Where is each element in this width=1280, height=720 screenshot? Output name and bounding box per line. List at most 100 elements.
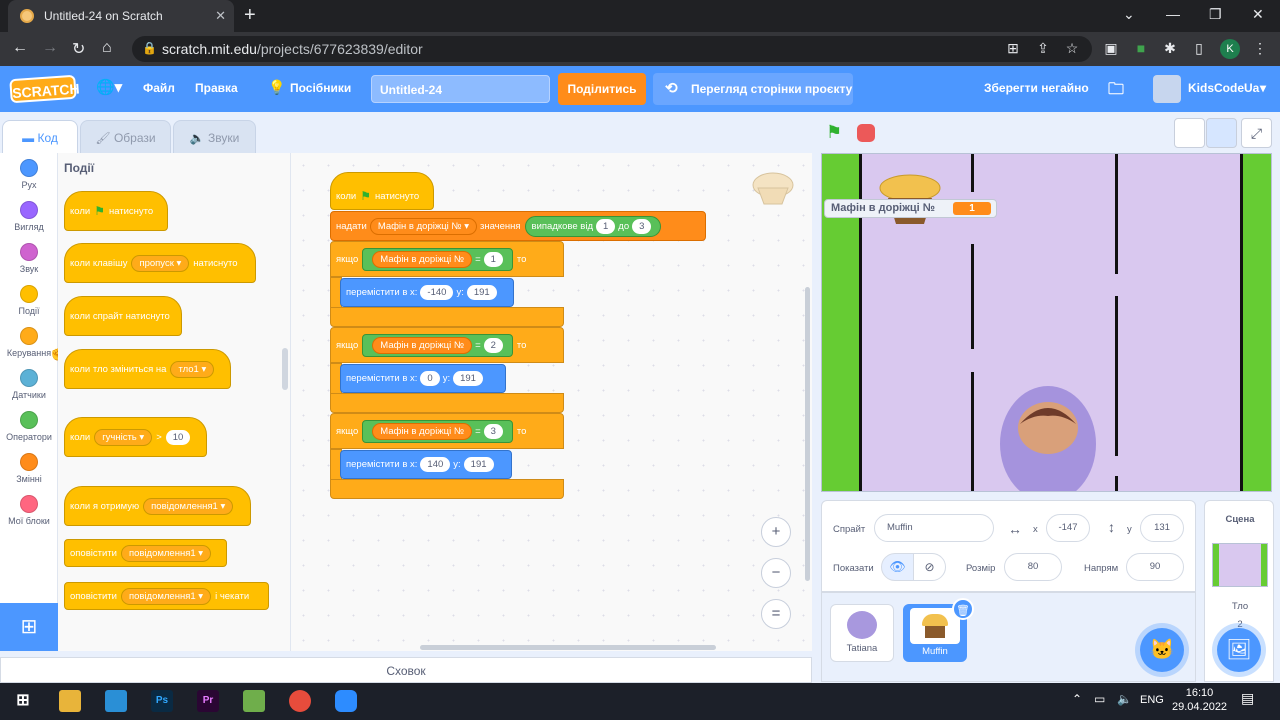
side-panel-icon[interactable]: ▯ xyxy=(1191,40,1207,56)
edit-menu[interactable]: Правка xyxy=(195,81,238,95)
chrome-icon[interactable] xyxy=(289,690,311,712)
reload-icon[interactable]: ↻ xyxy=(72,39,85,59)
when-key-pressed-block[interactable]: коли клавішу пропуск ▾ натиснуто xyxy=(64,243,256,283)
loudness-dropdown[interactable]: гучність ▾ xyxy=(94,428,153,446)
direction-input[interactable]: 90 xyxy=(1126,553,1184,581)
home-icon[interactable]: ⌂ xyxy=(102,39,112,57)
tab-sounds[interactable]: 🔈 Звуки xyxy=(173,120,256,154)
y-input[interactable]: 191 xyxy=(463,457,494,472)
when-i-receive-block[interactable]: коли я отримую повідомлення1 ▾ xyxy=(64,486,251,526)
back-icon[interactable]: ← xyxy=(12,39,28,57)
if-block[interactable]: якщо Мафін в доріжці № = 2 то xyxy=(330,327,564,363)
message-dropdown[interactable]: повідомлення1 ▾ xyxy=(143,497,234,515)
variable-reporter[interactable]: Мафін в доріжці № xyxy=(372,336,473,354)
category-variables[interactable]: Змінні xyxy=(0,453,58,484)
tab-costumes[interactable]: 🖌 Образи xyxy=(80,120,171,154)
y-input[interactable]: 191 xyxy=(453,371,483,386)
close-window-icon[interactable]: ✕ xyxy=(1252,6,1264,23)
category-my-blocks[interactable]: Мої блоки xyxy=(0,495,58,526)
category-motion[interactable]: Рух xyxy=(0,159,58,190)
variable-reporter[interactable]: Мафін в доріжці № xyxy=(372,422,473,440)
language-indicator[interactable]: ENG xyxy=(1140,694,1164,706)
minimize-icon[interactable]: — xyxy=(1166,6,1180,22)
green-flag-run-icon[interactable]: ⚑ xyxy=(826,122,842,143)
equals-operator-block[interactable]: Мафін в доріжці № = 3 xyxy=(362,419,513,443)
zoom-reset-button[interactable]: = xyxy=(761,599,791,629)
random-from-input[interactable]: 1 xyxy=(595,218,616,234)
when-flag-clicked-script-block[interactable]: коли ⚑ натиснуто xyxy=(330,172,434,210)
go-to-xy-block[interactable]: перемістити в x: -140 y: 191 xyxy=(340,278,514,307)
my-stuff-folder-icon[interactable]: 🗀 xyxy=(1108,78,1124,105)
taskbar-clock[interactable]: 16:10 29.04.2022 xyxy=(1172,686,1227,714)
sprite-thumb-tatiana[interactable]: Tatiana xyxy=(830,604,894,662)
tab-search-icon[interactable]: ⌄ xyxy=(1123,6,1135,23)
windows-start-icon[interactable]: ⊞ xyxy=(12,690,34,712)
username-menu[interactable]: KidsCodeUa xyxy=(1188,81,1259,95)
choose-backdrop-icon[interactable]: 🖼 xyxy=(1217,628,1261,672)
chevron-down-icon[interactable]: ▾ xyxy=(1260,81,1266,95)
extension-icon[interactable]: ▣ xyxy=(1103,40,1119,56)
x-input[interactable]: 140 xyxy=(420,457,451,472)
battery-icon[interactable]: ▭ xyxy=(1094,692,1105,706)
notifications-icon[interactable]: ▤ xyxy=(1241,690,1254,707)
photoshop-icon[interactable]: Ps xyxy=(151,690,173,712)
zoom-in-button[interactable]: + xyxy=(761,517,791,547)
zoom-app-icon[interactable] xyxy=(335,690,357,712)
message-dropdown[interactable]: повідомлення1 ▾ xyxy=(120,587,212,605)
variable-monitor[interactable]: Мафін в доріжці № 1 xyxy=(824,199,997,218)
variable-dropdown[interactable]: Мафін в доріжці № ▾ xyxy=(369,217,477,235)
delete-sprite-trash-icon[interactable]: 🗑 xyxy=(952,598,974,620)
if-block[interactable]: якщо Мафін в доріжці № = 3 то xyxy=(330,413,564,449)
bookmark-star-icon[interactable]: ☆ xyxy=(1064,40,1080,56)
show-eye-icon[interactable]: 👁 xyxy=(881,553,914,581)
equals-operator-block[interactable]: Мафін в доріжці № = 2 xyxy=(362,333,513,357)
x-input[interactable]: 0 xyxy=(420,371,440,386)
address-bar[interactable]: 🔒 scratch.mit.edu/projects/677623839/edi… xyxy=(132,36,1092,62)
set-variable-block[interactable]: надати Мафін в доріжці № ▾ значення випа… xyxy=(330,211,706,241)
extension-green-icon[interactable]: ■ xyxy=(1133,40,1149,56)
small-stage-button[interactable] xyxy=(1174,118,1205,148)
extensions-puzzle-icon[interactable]: ✱ xyxy=(1162,40,1178,56)
pick-random-block[interactable]: випадкове від 1 до 3 xyxy=(524,215,662,237)
stop-icon[interactable] xyxy=(857,124,875,142)
x-position-input[interactable]: -147 xyxy=(1046,514,1090,542)
choose-sprite-cat-icon[interactable]: 🐱 xyxy=(1140,628,1184,672)
workspace-vertical-scrollbar[interactable] xyxy=(805,287,810,581)
when-loudness-block[interactable]: коли гучність ▾ >10 xyxy=(64,417,207,457)
workspace-horizontal-scrollbar[interactable] xyxy=(420,645,716,650)
add-extension-button[interactable]: ⊞ xyxy=(0,603,58,651)
lane-value-input[interactable]: 2 xyxy=(483,337,503,353)
loudness-input[interactable]: 10 xyxy=(165,429,191,445)
when-flag-clicked-block[interactable]: коли ⚑ натиснуто xyxy=(64,191,168,231)
file-menu[interactable]: Файл xyxy=(143,81,175,95)
category-operators[interactable]: Оператори xyxy=(0,411,58,442)
browser-menu-icon[interactable]: ⋮ xyxy=(1252,40,1268,56)
translate-icon[interactable]: ⊞ xyxy=(1005,40,1021,56)
if-block[interactable]: якщо Мафін в доріжці № = 1 то xyxy=(330,241,564,277)
premiere-icon[interactable]: Pr xyxy=(197,690,219,712)
when-backdrop-switches-block[interactable]: коли тло зміниться на тло1 ▾ xyxy=(64,349,231,389)
go-to-xy-block[interactable]: перемістити в x: 140 y: 191 xyxy=(340,450,512,479)
key-dropdown[interactable]: пропуск ▾ xyxy=(131,254,190,272)
category-sensing[interactable]: Датчики xyxy=(0,369,58,400)
backdrop-dropdown[interactable]: тло1 ▾ xyxy=(170,360,215,378)
share-button[interactable]: Поділитись xyxy=(558,73,646,105)
tutorials-menu[interactable]: Посібники xyxy=(290,81,351,95)
broadcast-and-wait-block[interactable]: оповістити повідомлення1 ▾ і чекати xyxy=(64,582,269,610)
tab-code[interactable]: ▬ Код xyxy=(2,120,78,154)
category-events[interactable]: Події xyxy=(0,285,58,316)
size-input[interactable]: 80 xyxy=(1004,553,1062,581)
taskbar-app-icon[interactable] xyxy=(105,690,127,712)
profile-avatar[interactable]: K xyxy=(1220,39,1240,59)
user-avatar[interactable] xyxy=(1153,75,1181,103)
share-page-icon[interactable]: ⇪ xyxy=(1035,40,1051,56)
browser-tab[interactable]: Untitled-24 on Scratch ✕ xyxy=(8,0,234,32)
language-globe-icon[interactable]: 🌐▾ xyxy=(96,78,122,96)
zoom-out-button[interactable]: − xyxy=(761,558,791,588)
sprite-name-input[interactable]: Muffin xyxy=(874,514,994,542)
maximize-icon[interactable]: ❐ xyxy=(1209,6,1222,23)
normal-stage-button[interactable] xyxy=(1206,118,1237,148)
file-explorer-icon[interactable] xyxy=(59,690,81,712)
y-position-input[interactable]: 131 xyxy=(1140,514,1184,542)
new-tab-icon[interactable]: + xyxy=(244,4,256,27)
